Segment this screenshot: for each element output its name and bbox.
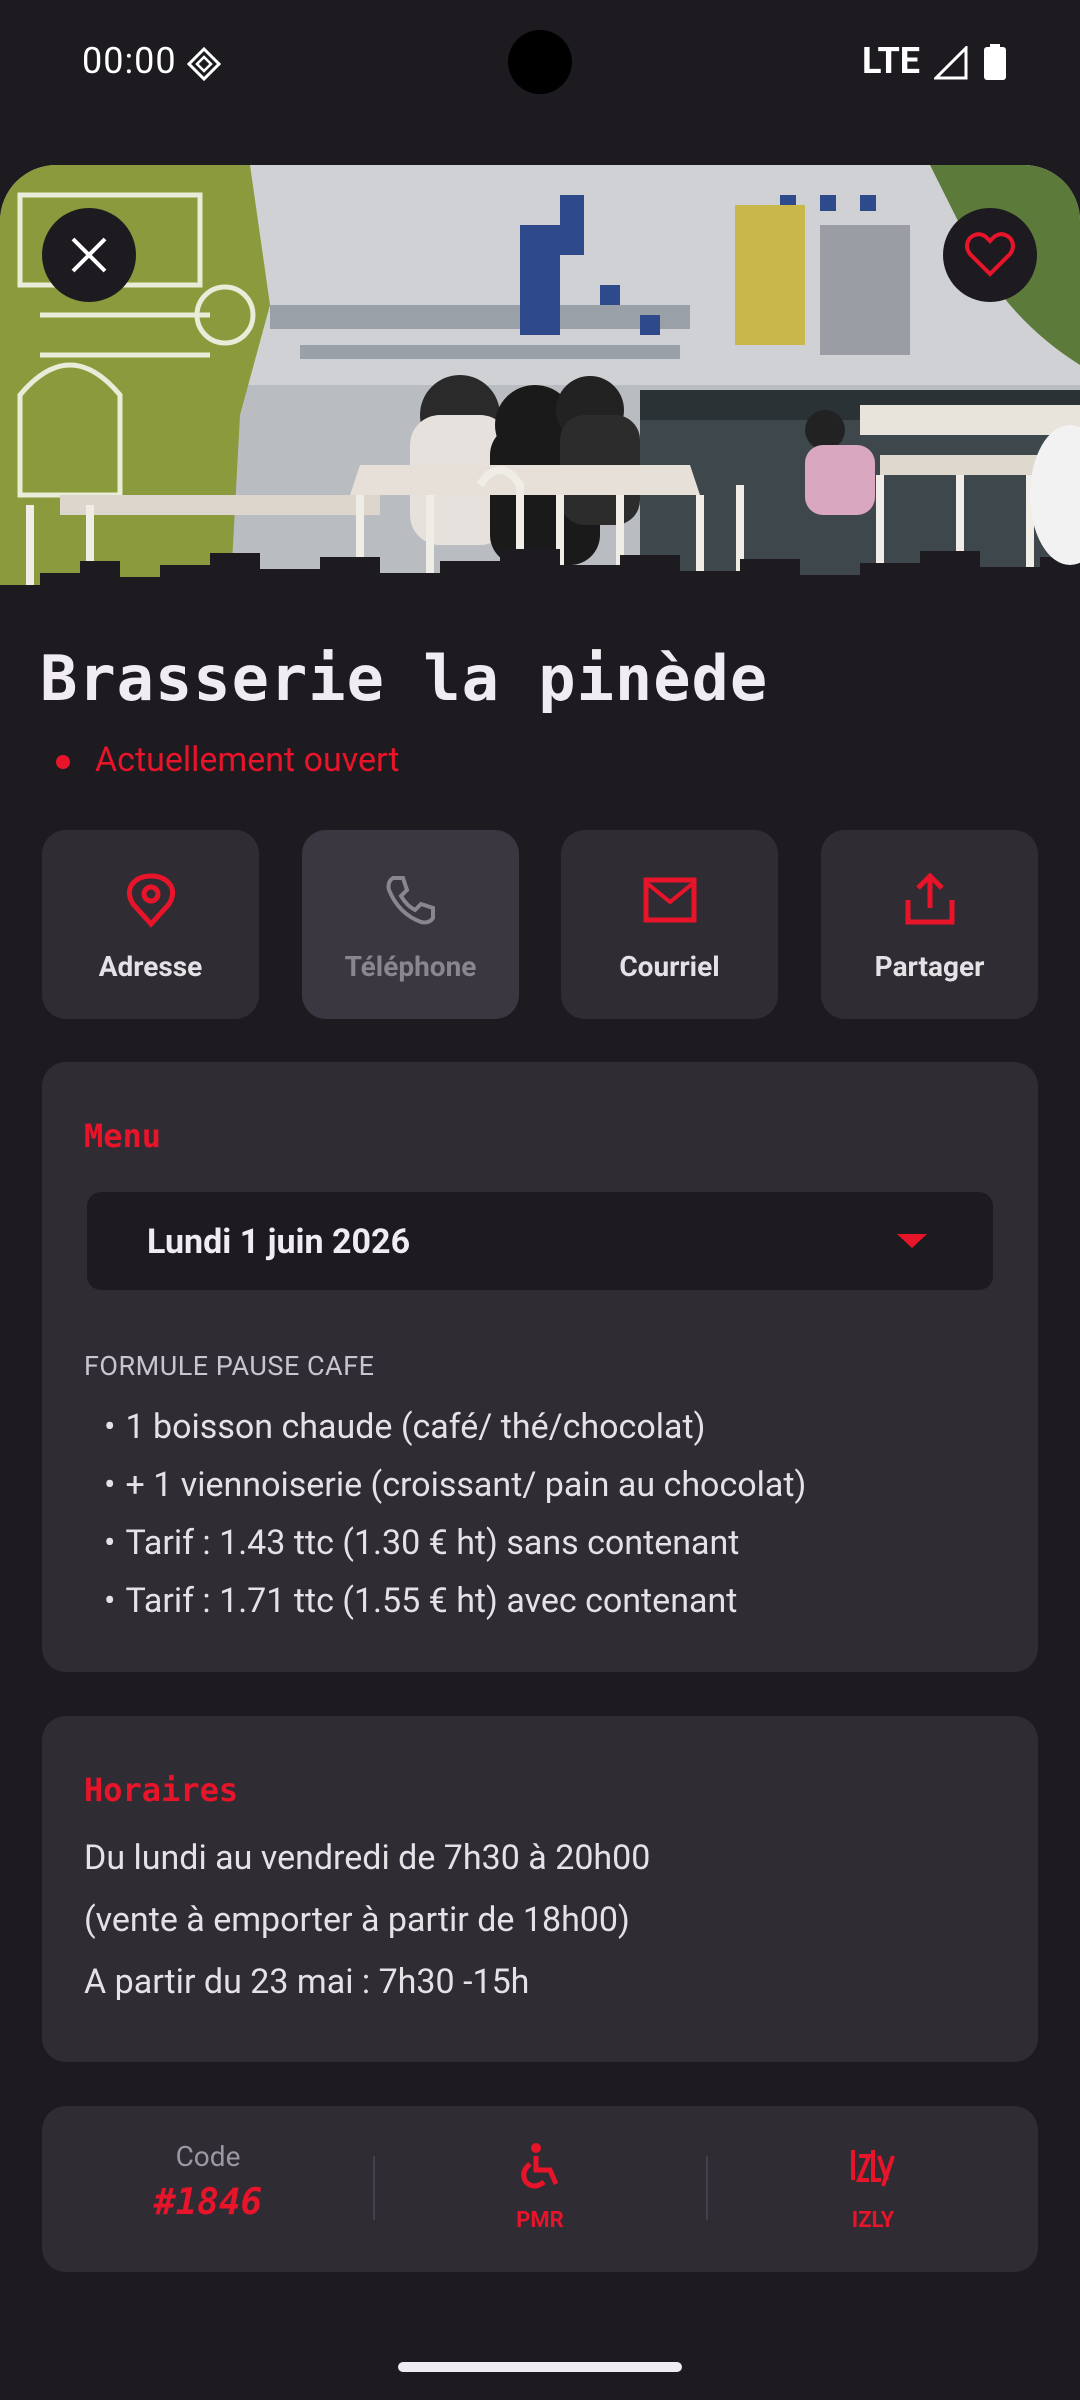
pmr-label: PMR (516, 2208, 564, 2233)
share-button[interactable]: Partager (821, 830, 1038, 1019)
mail-button[interactable]: Courriel (561, 830, 778, 1019)
pmr-info: PMR (374, 2106, 706, 2272)
hours-title: Horaires (84, 1771, 239, 1809)
address-button[interactable]: Adresse (42, 830, 259, 1019)
heart-icon (965, 232, 1015, 277)
date-select[interactable]: Lundi 1 juin 2026 (87, 1192, 993, 1290)
menu-items: 1 boisson chaude (café/ thé/chocolat) + … (104, 1404, 806, 1636)
formula-title: FORMULE PAUSE CAFE (84, 1350, 375, 1382)
menu-item: 1 boisson chaude (café/ thé/chocolat) (104, 1404, 806, 1462)
code-info: Code #1846 (42, 2106, 374, 2272)
menu-item: + 1 viennoiserie (croissant/ pain au cho… (104, 1462, 806, 1520)
sync-diamond-icon (186, 46, 222, 82)
mail-label: Courriel (619, 950, 720, 983)
phone-button[interactable]: Téléphone (302, 830, 519, 1019)
close-button[interactable] (42, 208, 136, 302)
open-status-dot (56, 755, 70, 769)
open-status: Actuellement ouvert (95, 740, 400, 780)
code-label: Code (175, 2140, 241, 2173)
menu-title: Menu (84, 1117, 162, 1155)
phone-icon (386, 876, 435, 925)
network-type: LTE (862, 40, 921, 82)
home-indicator[interactable] (398, 2362, 682, 2372)
izly-logo-icon (851, 2150, 895, 2187)
code-value: #1846 (153, 2182, 263, 2223)
izly-info: IZLY (707, 2106, 1039, 2272)
restaurant-name: Brasserie la pinède (40, 642, 769, 715)
dropdown-caret-icon (897, 1234, 927, 1248)
battery-icon (984, 44, 1006, 80)
hours-card: Horaires Du lundi au vendredi de 7h30 à … (42, 1716, 1038, 2062)
hours-line: A partir du 23 mai : 7h30 -15h (84, 1962, 530, 2002)
address-label: Adresse (98, 950, 203, 983)
izly-label: IZLY (851, 2208, 895, 2233)
close-icon (71, 237, 107, 273)
menu-item: Tarif : 1.43 ttc (1.30 € ht) sans conten… (104, 1520, 806, 1578)
share-icon (905, 872, 954, 925)
share-label: Partager (874, 950, 985, 983)
hours-line: Du lundi au vendredi de 7h30 à 20h00 (84, 1838, 651, 1878)
location-pin-icon (126, 873, 175, 928)
restaurant-photo (0, 165, 1080, 600)
status-time: 00:00 (82, 40, 177, 82)
camera-cutout (508, 30, 572, 94)
phone-label: Téléphone (344, 950, 477, 983)
favorite-button[interactable] (943, 208, 1037, 302)
info-card: Code #1846 PMR IZLY (42, 2106, 1038, 2272)
hours-line: (vente à emporter à partir de 18h00) (84, 1900, 630, 1940)
signal-icon (934, 46, 968, 80)
menu-card: Menu Lundi 1 juin 2026 FORMULE PAUSE CAF… (42, 1062, 1038, 1672)
status-bar: 00:00 LTE (0, 0, 1080, 128)
selected-date: Lundi 1 juin 2026 (147, 1222, 411, 1262)
menu-item: Tarif : 1.71 ttc (1.55 € ht) avec conten… (104, 1578, 806, 1636)
wheelchair-icon (521, 2143, 559, 2189)
mail-icon (643, 877, 696, 923)
